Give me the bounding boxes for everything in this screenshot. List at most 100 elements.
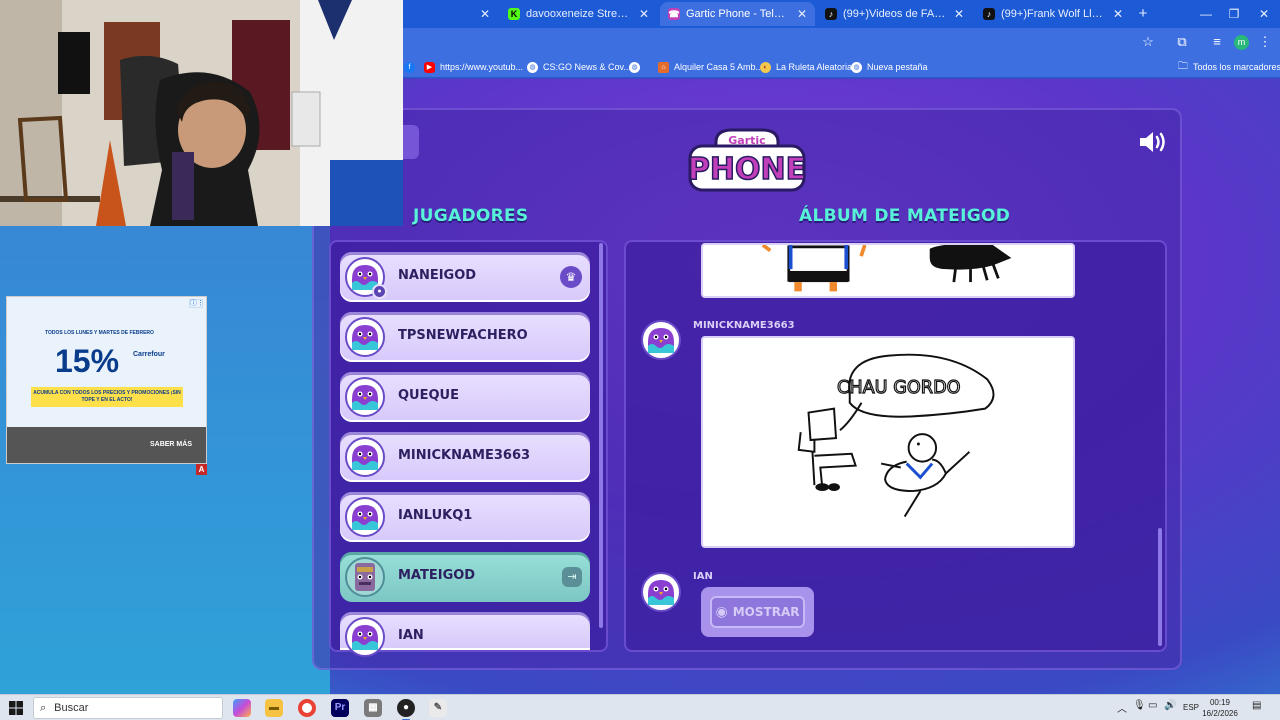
ad-banner[interactable]: TODOS LOS LUNES Y MARTES DE FEBRERO 15% … (6, 296, 207, 464)
copilot-icon[interactable] (233, 699, 251, 717)
avatar (641, 320, 681, 360)
player-card[interactable]: MINICKNAME3663 (340, 432, 590, 482)
tab-kick[interactable]: K davooxeneize Stream - Watch Live on Ki… (500, 2, 657, 26)
bookmark-label: La Ruleta Aleatoria (776, 62, 853, 72)
bookmark-facebook[interactable]: f (404, 60, 415, 74)
player-card[interactable]: TPSNEWFACHERO (340, 312, 590, 362)
bookmark-ruleta[interactable]: ◐ La Ruleta Aleatoria (760, 60, 852, 74)
chrome-icon[interactable] (298, 699, 316, 717)
chevron-up-icon[interactable]: ︿ (1117, 700, 1127, 715)
star-icon[interactable]: ☆ (1139, 33, 1157, 51)
taskbar: ⌕ Buscar ▬ Pr ▦ ● ✎ ︿ 🎙 ▭ 🔊 ESP 00:19 16… (0, 694, 1280, 720)
album-scrollbar[interactable] (1158, 528, 1162, 646)
exit-icon[interactable]: ⇥ (562, 567, 582, 587)
paint-icon[interactable]: ✎ (429, 699, 447, 717)
avatar (345, 497, 385, 537)
search-placeholder: Buscar (54, 702, 89, 714)
media-icon[interactable]: ≡ (1208, 33, 1226, 51)
language-indicator[interactable]: ESP (1183, 703, 1199, 712)
new-tab-button[interactable]: + (1133, 5, 1153, 23)
bookmark-nueva-pestana[interactable]: ◍ Nueva pestaña (851, 60, 928, 74)
clock[interactable]: 00:19 16/2/2026 (1198, 697, 1242, 719)
youtube-icon: ▶ (424, 61, 435, 73)
player-name: MATEIGOD (398, 568, 476, 583)
gartic-icon: ☎ (668, 8, 680, 20)
tab-label: Gartic Phone - Teléfono Descompuesto (686, 8, 791, 20)
tab-tiktok-frank[interactable]: ♪ (99+)Frank Wolf Llamó a Naneigod ✕ (975, 2, 1131, 26)
ad-badge: A (196, 464, 207, 475)
album-heading: ÁLBUM DE MATEIGOD (799, 206, 1011, 226)
minimize-icon[interactable]: — (1196, 5, 1216, 23)
folder-icon: 🗀 (1178, 60, 1188, 72)
extensions-icon[interactable]: ⧉ (1173, 33, 1191, 51)
bookmark-alquiler[interactable]: ⌂ Alquiler Casa 5 Amb... (658, 60, 763, 74)
profile-avatar[interactable]: m (1234, 35, 1249, 50)
tiktok-icon: ♪ (825, 8, 837, 20)
ad-info-icon[interactable]: ⓘ⋮ (189, 299, 204, 308)
obs-icon[interactable]: ● (397, 699, 415, 720)
tab-tiktok-videos[interactable]: ♪ (99+)Videos de FANSNANEIGOD ✕ (817, 2, 972, 26)
microphone-icon[interactable]: 🎙 (1133, 700, 1146, 711)
player-name: IANLUKQ1 (398, 508, 473, 523)
player-card[interactable]: IANLUKQ1 (340, 492, 590, 542)
player-card[interactable]: ● NANEIGOD ♛ (340, 252, 590, 302)
menu-icon[interactable]: ⋮ (1256, 33, 1274, 51)
drawing-text: CHAU GORDO (837, 378, 961, 398)
globe-icon: ◍ (527, 61, 538, 73)
player-card[interactable]: IAN (340, 612, 590, 657)
avatar (345, 377, 385, 417)
all-bookmarks[interactable]: 🗀 Todos los marcadores (1178, 60, 1280, 74)
players-scrollbar[interactable] (599, 243, 603, 628)
globe-icon: ◍ (851, 61, 862, 73)
players-heading: JUGADORES (413, 206, 529, 226)
player-name: NANEIGOD (398, 268, 477, 283)
file-explorer-icon[interactable]: ▬ (265, 699, 283, 717)
crown-icon: ♛ (560, 266, 582, 288)
bookmark-icon: ⌂ (658, 61, 669, 73)
tiktok-icon: ♪ (983, 8, 995, 20)
tab-label: davooxeneize Stream - Watch Live on Kick (526, 8, 633, 20)
tab-label: (99+)Videos de FANSNANEIGOD (843, 8, 948, 20)
show-button[interactable]: ◉ MOSTRAR (710, 596, 805, 628)
avatar (345, 617, 385, 657)
clock-date: 16/2/2026 (1202, 709, 1238, 718)
bookmark-youtube[interactable]: ▶ https://www.youtub... (424, 60, 523, 74)
player-card-current[interactable]: MATEIGOD ⇥ (340, 552, 590, 602)
ad-strip: ACUMULA CON TODOS LOS PRECIOS Y PROMOCIO… (31, 387, 183, 407)
user-icon: ● (372, 284, 387, 299)
close-window-icon[interactable]: ✕ (1254, 5, 1274, 23)
restore-icon[interactable]: ❐ (1224, 5, 1244, 23)
close-icon[interactable]: ✕ (954, 7, 964, 21)
facebook-icon: f (404, 61, 415, 73)
notifications-icon[interactable]: ▤ (1252, 700, 1261, 711)
speaker-icon[interactable] (1138, 129, 1168, 155)
ad-cta-button[interactable]: SABER MÁS (150, 441, 192, 448)
bookmark-label: Nueva pestaña (867, 62, 928, 72)
bookmark-csgo[interactable]: ◍ CS:GO News & Cov... (527, 60, 631, 74)
avatar (641, 572, 681, 612)
player-card[interactable]: QUEQUE (340, 372, 590, 422)
calculator-icon[interactable]: ▦ (364, 699, 382, 717)
globe-icon: ◍ (629, 61, 640, 73)
close-icon[interactable]: ✕ (1113, 7, 1123, 21)
all-bookmarks-label: Todos los marcadores (1193, 62, 1280, 72)
close-icon[interactable]: ✕ (797, 7, 807, 21)
webcam-overlay (0, 0, 403, 226)
bookmark-label: CS:GO News & Cov... (543, 62, 631, 72)
premiere-icon[interactable]: Pr (331, 699, 349, 717)
search-icon: ⌕ (40, 701, 47, 714)
tab-gartic[interactable]: ☎ Gartic Phone - Teléfono Descompuesto ✕ (660, 2, 815, 26)
close-icon[interactable]: ✕ (480, 7, 490, 21)
eye-icon: ◉ (715, 604, 728, 620)
kick-icon: K (508, 8, 520, 20)
bookmark-label: Alquiler Casa 5 Amb... (674, 62, 764, 72)
close-icon[interactable]: ✕ (639, 7, 649, 21)
bookmark-globe[interactable]: ◍ (629, 60, 640, 74)
player-name: TPSNEWFACHERO (398, 328, 528, 343)
gartic-phone-logo: Gartic PHONE (687, 128, 807, 192)
volume-icon[interactable]: 🔊 (1164, 700, 1176, 711)
network-icon[interactable]: ▭ (1148, 700, 1157, 711)
windows-start-icon[interactable] (8, 700, 24, 716)
taskbar-search[interactable]: ⌕ Buscar (33, 697, 223, 719)
tab-label: (99+)Frank Wolf Llamó a Naneigod (1001, 8, 1107, 20)
